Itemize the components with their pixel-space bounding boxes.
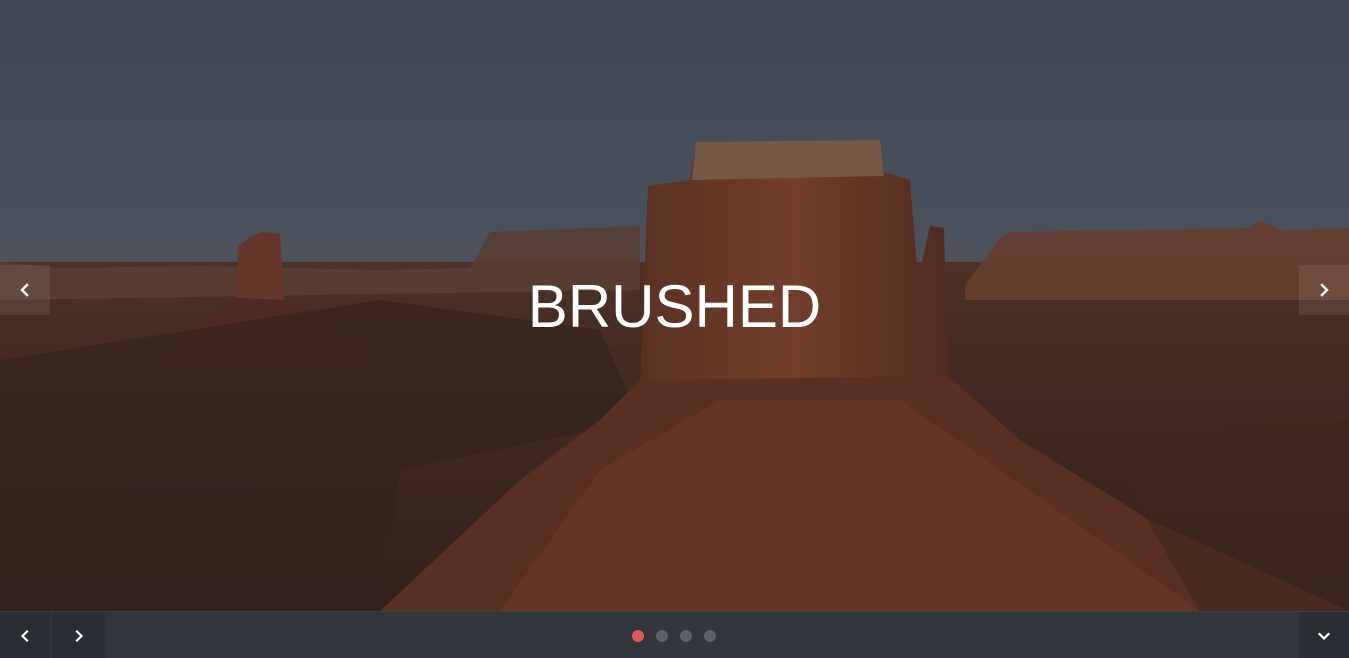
bar-previous-button[interactable] [0,612,50,658]
bar-next-button[interactable] [52,612,105,658]
chevron-down-icon [1318,631,1330,640]
slide-dot-1[interactable] [632,630,644,642]
slide-dot-4[interactable] [704,630,716,642]
slide-dot-2[interactable] [656,630,668,642]
hero-slide: BRUSHED [0,0,1349,611]
next-slide-button[interactable] [1299,265,1349,315]
chevron-left-icon [20,283,29,297]
slide-title: BRUSHED [527,273,822,340]
scroll-down-button[interactable] [1299,612,1349,658]
chevron-left-icon [20,629,29,642]
previous-slide-button[interactable] [0,265,50,315]
chevron-right-icon [1320,283,1329,297]
slide-pagination [632,630,716,642]
slide-dot-3[interactable] [680,630,692,642]
slider-control-bar [0,611,1349,658]
chevron-right-icon [74,629,83,642]
